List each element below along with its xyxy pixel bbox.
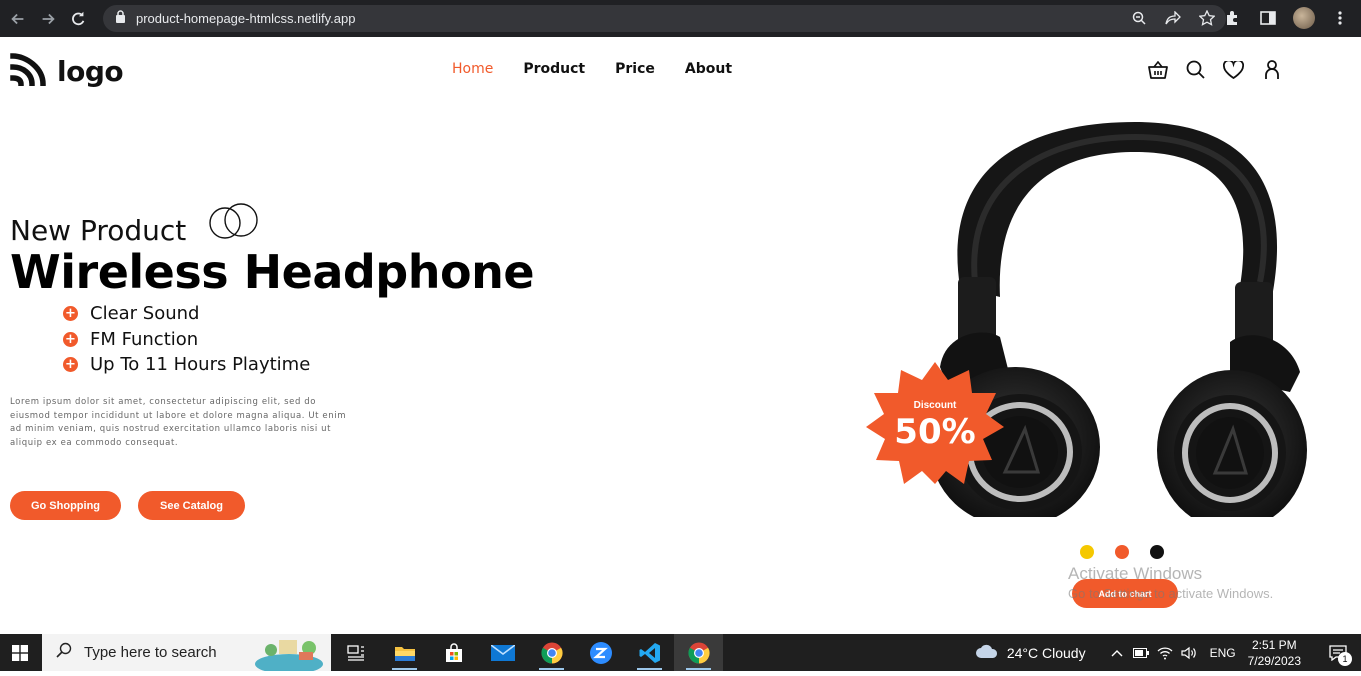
task-view-icon[interactable] (331, 634, 380, 671)
search-icon (56, 642, 72, 663)
wifi-icon[interactable] (1154, 642, 1176, 664)
notification-count: 1 (1338, 651, 1352, 666)
taskbar-apps (331, 634, 723, 671)
see-catalog-button[interactable]: See Catalog (138, 491, 245, 520)
zoom-app-icon[interactable] (576, 634, 625, 671)
discount-badge: Discount 50% (864, 360, 1006, 486)
windows-start-icon[interactable] (0, 634, 40, 671)
chrome-menu-icon[interactable] (1329, 7, 1351, 29)
taskbar-search[interactable]: Type here to search (42, 634, 331, 674)
bookmark-star-icon[interactable] (1198, 9, 1216, 27)
logo-text: logo (57, 55, 124, 88)
windows-taskbar: Type here to search 24°C Cloudy ENG 2:51… (0, 634, 1361, 674)
url-text: product-homepage-htmlcss.netlify.app (136, 11, 356, 26)
discount-value: 50% (894, 412, 976, 452)
side-panel-icon[interactable] (1257, 7, 1279, 29)
reload-icon[interactable] (66, 7, 90, 31)
feature-list: + Clear Sound + FM Function + Up To 11 Hour… (63, 301, 310, 378)
nav-price[interactable]: Price (615, 61, 655, 77)
go-shopping-button[interactable]: Go Shopping (10, 491, 121, 520)
nav-home[interactable]: Home (452, 61, 493, 77)
site-logo[interactable]: logo (10, 52, 124, 91)
color-option-orange[interactable] (1115, 545, 1129, 559)
plus-icon: + (63, 357, 78, 373)
clock-date: 7/29/2023 (1247, 653, 1301, 668)
color-option-black[interactable] (1150, 545, 1164, 559)
hero-subtitle: New Product (10, 214, 187, 247)
cloud-icon (975, 643, 999, 662)
file-explorer-icon[interactable] (380, 634, 429, 671)
feature-item: + FM Function (63, 327, 310, 353)
user-icon[interactable] (1261, 59, 1282, 80)
weather-widget[interactable]: 24°C Cloudy (975, 643, 1086, 662)
color-selector (1080, 545, 1164, 559)
activate-windows-watermark: Activate Windows Go to Settings to activ… (1068, 564, 1274, 601)
microsoft-store-icon[interactable] (429, 634, 478, 671)
share-icon[interactable] (1164, 9, 1182, 27)
search-placeholder: Type here to search (84, 644, 217, 661)
rings-decoration-icon (207, 202, 261, 245)
chrome-icon[interactable] (527, 634, 576, 671)
battery-icon[interactable] (1130, 642, 1152, 664)
hero-title: Wireless Headphone (10, 245, 535, 299)
chevron-up-icon[interactable] (1106, 642, 1128, 664)
clock[interactable]: 2:51 PM 7/29/2023 (1248, 637, 1301, 669)
back-icon[interactable] (6, 7, 30, 31)
extensions-icon[interactable] (1221, 7, 1243, 29)
chrome-active-icon[interactable] (674, 634, 723, 671)
address-bar[interactable]: product-homepage-htmlcss.netlify.app (103, 5, 1226, 32)
basket-icon[interactable] (1147, 59, 1168, 80)
hero-description: Lorem ipsum dolor sit amet, consectetur … (10, 397, 347, 448)
search-highlight-icon (251, 636, 331, 676)
profile-avatar[interactable] (1293, 7, 1315, 29)
nav-about[interactable]: About (685, 61, 732, 77)
language-indicator[interactable]: ENG (1210, 646, 1236, 660)
forward-icon[interactable] (36, 7, 60, 31)
logo-icon (10, 52, 47, 91)
nav-product[interactable]: Product (523, 61, 585, 77)
lock-icon (115, 9, 126, 28)
plus-icon: + (63, 331, 78, 347)
color-option-yellow[interactable] (1080, 545, 1094, 559)
weather-text: 24°C Cloudy (1006, 644, 1086, 661)
feature-item: + Up To 11 Hours Playtime (63, 352, 310, 378)
search-icon[interactable] (1185, 59, 1206, 80)
notification-icon[interactable]: 1 (1323, 638, 1353, 668)
browser-toolbar: product-homepage-htmlcss.netlify.app (0, 0, 1361, 37)
feature-item: + Clear Sound (63, 301, 310, 327)
vscode-icon[interactable] (625, 634, 674, 671)
volume-icon[interactable] (1178, 642, 1200, 664)
clock-time: 2:51 PM (1251, 637, 1297, 652)
main-nav: Home Product Price About (452, 61, 732, 77)
plus-icon: + (63, 306, 78, 322)
zoom-icon[interactable] (1130, 9, 1148, 27)
heart-icon[interactable] (1223, 59, 1244, 80)
header-actions (1147, 59, 1282, 80)
webpage: logo Home Product Price About New Produc… (0, 37, 1361, 634)
mail-icon[interactable] (478, 634, 527, 671)
system-tray: 24°C Cloudy ENG 2:51 PM 7/29/2023 1 (975, 634, 1361, 671)
discount-label: Discount (913, 400, 957, 411)
